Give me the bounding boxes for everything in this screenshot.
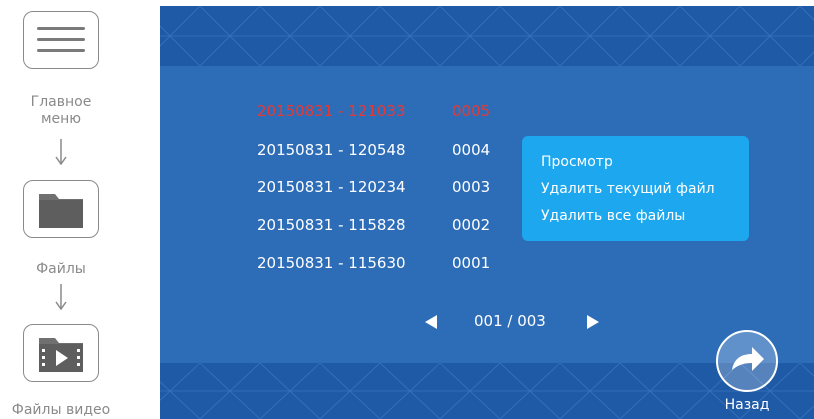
video-files-label: Файлы видео xyxy=(11,402,111,418)
back-button[interactable] xyxy=(716,330,778,392)
file-number: 0005 xyxy=(452,102,491,120)
arrow-down-icon xyxy=(55,284,67,310)
arrow-down-icon xyxy=(55,139,67,165)
menu-item-view[interactable]: Просмотр xyxy=(541,149,749,176)
file-datetime: 20150831 - 120548 xyxy=(257,141,406,159)
folder-icon xyxy=(39,194,83,228)
previous-page-icon[interactable] xyxy=(424,314,438,330)
video-files-button[interactable] xyxy=(23,324,99,382)
back-label: Назад xyxy=(724,397,770,413)
file-action-menu: Просмотр Удалить текущий файл Удалить вс… xyxy=(522,136,749,241)
page-indicator: 001 / 003 xyxy=(474,312,546,330)
files-button[interactable] xyxy=(23,180,99,238)
file-number: 0004 xyxy=(452,141,491,159)
file-datetime: 20150831 - 121033 xyxy=(257,102,406,120)
video-folder-icon xyxy=(39,338,83,372)
back-arrow-icon xyxy=(732,347,764,371)
menu-item-delete-current[interactable]: Удалить текущий файл xyxy=(541,176,749,203)
menu-item-delete-all[interactable]: Удалить все файлы xyxy=(541,203,749,230)
next-page-icon[interactable] xyxy=(586,314,600,330)
file-datetime: 20150831 - 115630 xyxy=(257,254,406,272)
files-label: Файлы xyxy=(36,261,86,277)
main-menu-label: Главное меню xyxy=(30,94,92,127)
main-menu-button[interactable] xyxy=(23,11,99,69)
file-number: 0002 xyxy=(452,216,491,234)
file-number: 0003 xyxy=(452,178,491,196)
file-datetime: 20150831 - 120234 xyxy=(257,178,406,196)
file-datetime: 20150831 - 115828 xyxy=(257,216,406,234)
top-pattern-band xyxy=(160,6,814,66)
device-screen: 20150831 - 121033 0005 20150831 - 120548… xyxy=(160,6,814,419)
file-number: 0001 xyxy=(452,254,491,272)
navigation-guide: Главное меню Файлы Файлы видео xyxy=(0,0,160,419)
